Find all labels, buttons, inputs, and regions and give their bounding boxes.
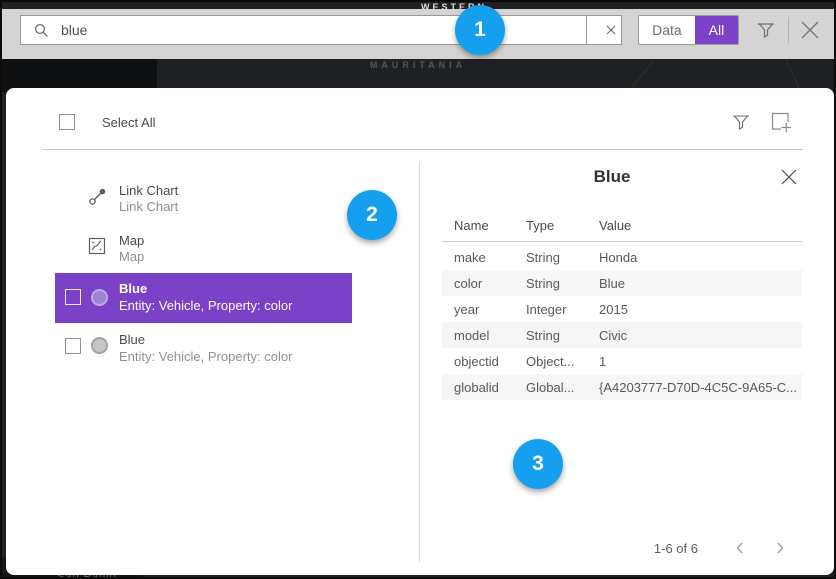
cell-type: Object...	[526, 354, 574, 369]
result-checkbox[interactable]	[65, 289, 81, 305]
list-detail-divider	[419, 162, 420, 562]
panel-top-divider	[43, 149, 803, 150]
select-all-control[interactable]: Select All	[59, 114, 155, 130]
map-icon	[88, 237, 106, 255]
result-subtitle: Entity: Vehicle, Property: color	[119, 349, 292, 364]
callout-badge-1: 1	[455, 5, 505, 55]
search-toolbar: Data All	[2, 9, 834, 59]
table-row: make String Honda	[442, 244, 802, 270]
cell-type: Global...	[526, 380, 574, 395]
select-all-checkbox[interactable]	[59, 114, 75, 130]
result-subtitle: Entity: Vehicle, Property: color	[119, 298, 292, 313]
chevron-right-icon[interactable]	[773, 541, 787, 555]
column-header-name: Name	[454, 218, 489, 233]
cell-value: {A4203777-D70D-4C5C-9A65-C...	[599, 380, 797, 395]
add-to-selection-icon[interactable]	[769, 110, 793, 134]
search-box	[20, 15, 622, 45]
table-row: color String Blue	[442, 270, 802, 296]
result-title: Blue	[119, 332, 145, 347]
close-search-icon[interactable]	[798, 18, 822, 42]
callout-badge-2: 2	[347, 190, 397, 240]
result-subtitle: Link Chart	[119, 199, 178, 214]
cell-type: String	[526, 250, 560, 265]
search-results-panel: Select All Link Chart Link Chart	[6, 88, 834, 575]
result-title: Link Chart	[119, 183, 178, 198]
entity-dot-icon	[91, 337, 108, 354]
clear-search-button[interactable]	[586, 16, 621, 44]
table-row: objectid Object... 1	[442, 348, 802, 374]
result-checkbox[interactable]	[65, 338, 81, 354]
column-header-value: Value	[599, 218, 631, 233]
table-row: year Integer 2015	[442, 296, 802, 322]
search-input[interactable]	[49, 22, 586, 38]
result-item-blue-selected[interactable]: Blue Entity: Vehicle, Property: color	[55, 273, 352, 323]
clear-icon	[605, 24, 617, 36]
result-title: Blue	[119, 281, 147, 296]
result-title: Map	[119, 233, 144, 248]
toggle-data-option[interactable]: Data	[639, 16, 695, 44]
column-header-type: Type	[526, 218, 554, 233]
cell-name: model	[454, 328, 489, 343]
link-chart-icon	[88, 187, 107, 206]
result-item-map[interactable]: Map Map	[55, 233, 352, 267]
toolbar-divider	[788, 17, 789, 43]
result-subtitle: Map	[119, 249, 144, 264]
entity-dot-icon	[91, 289, 108, 306]
cell-name: make	[454, 250, 486, 265]
chevron-left-icon[interactable]	[733, 541, 747, 555]
toggle-all-option[interactable]: All	[695, 16, 738, 44]
filter-icon[interactable]	[755, 19, 777, 41]
table-row: model String Civic	[442, 322, 802, 348]
screen: WESTERN MAURITANIA São Paulo Data All	[0, 0, 836, 579]
pagination-label: 1-6 of 6	[562, 541, 698, 556]
cell-type: String	[526, 276, 560, 291]
map-label-mauritania: MAURITANIA	[2, 60, 834, 70]
results-filter-icon[interactable]	[731, 112, 751, 132]
result-item-blue[interactable]: Blue Entity: Vehicle, Property: color	[55, 332, 352, 372]
data-all-toggle: Data All	[638, 15, 739, 45]
result-item-link-chart[interactable]: Link Chart Link Chart	[55, 183, 352, 217]
callout-badge-3: 3	[513, 439, 563, 489]
detail-close-icon[interactable]	[779, 167, 799, 187]
table-header-divider	[442, 241, 802, 242]
select-all-label: Select All	[102, 115, 155, 130]
cell-name: objectid	[454, 354, 499, 369]
search-icon	[34, 23, 49, 38]
cell-name: year	[454, 302, 479, 317]
detail-title: Blue	[420, 167, 804, 187]
cell-name: color	[454, 276, 482, 291]
cell-value: Civic	[599, 328, 627, 343]
cell-value: 2015	[599, 302, 628, 317]
cell-value: Honda	[599, 250, 637, 265]
cell-type: Integer	[526, 302, 566, 317]
cell-value: 1	[599, 354, 606, 369]
table-row: globalid Global... {A4203777-D70D-4C5C-9…	[442, 374, 802, 400]
cell-name: globalid	[454, 380, 499, 395]
cell-type: String	[526, 328, 560, 343]
cell-value: Blue	[599, 276, 625, 291]
